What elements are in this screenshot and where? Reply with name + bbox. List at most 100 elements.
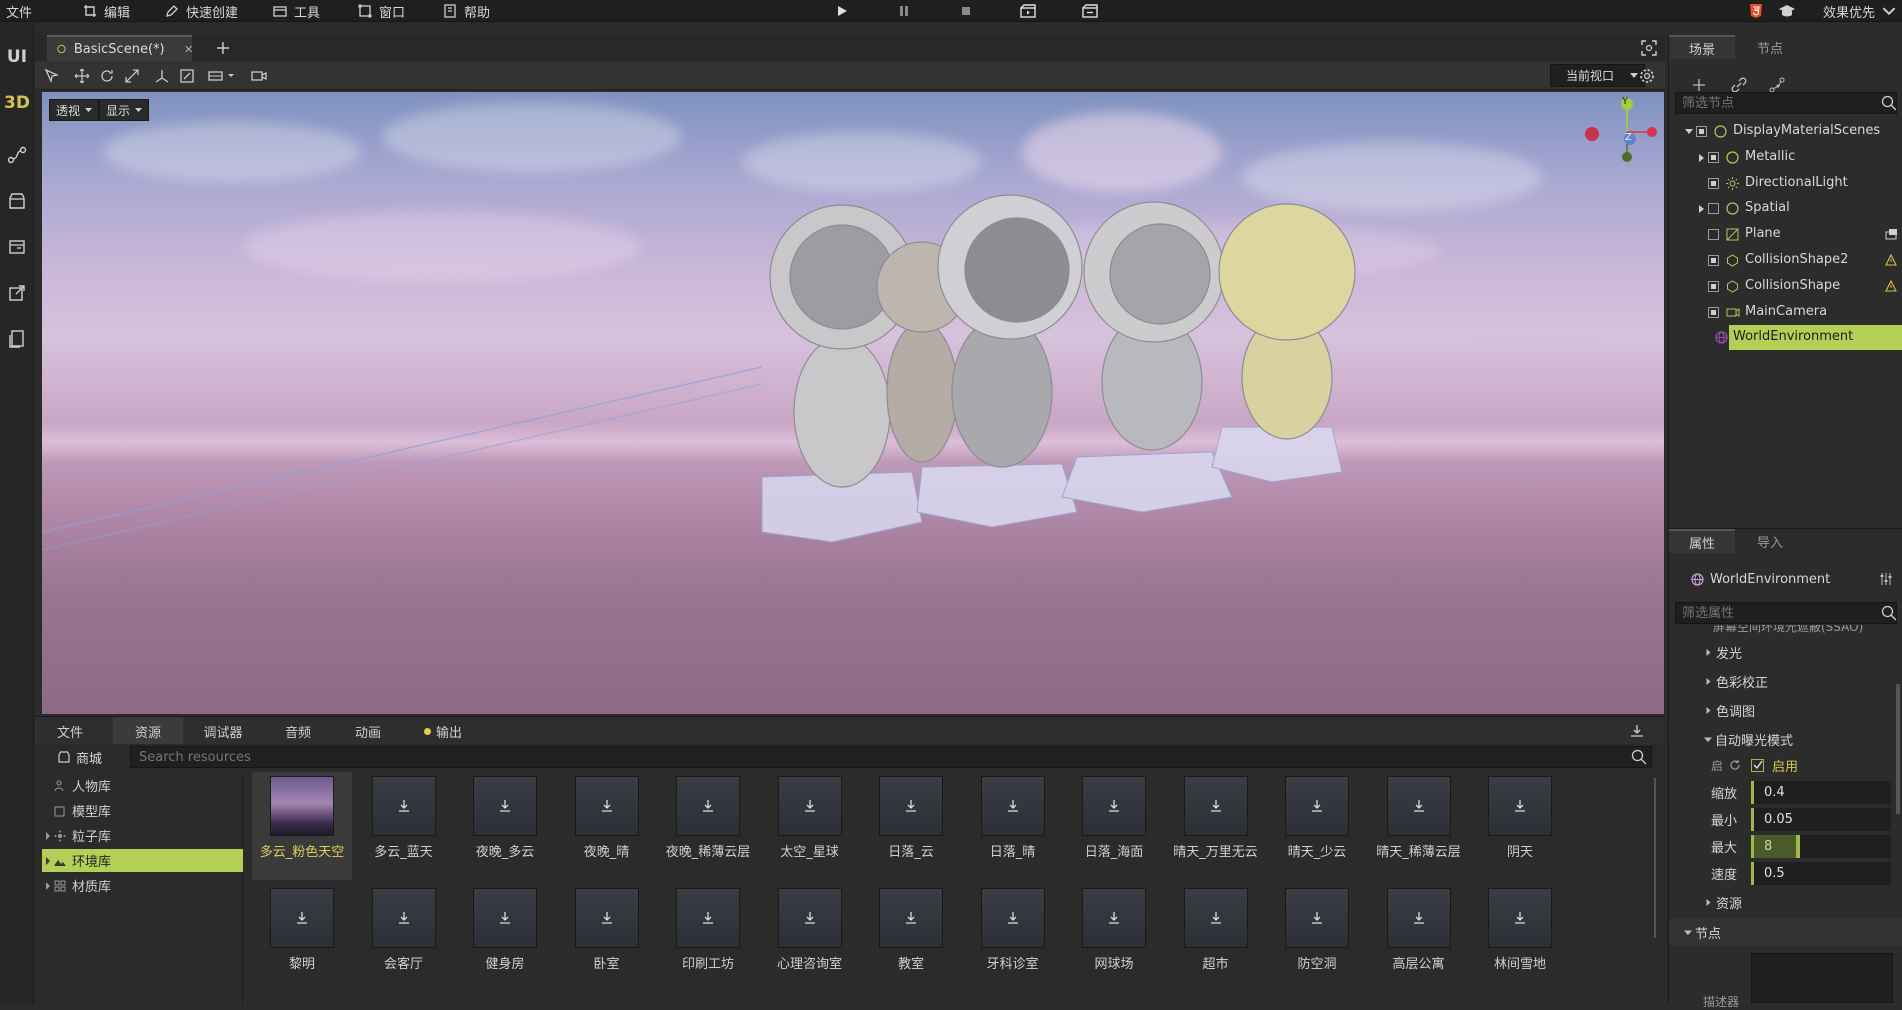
resource-item[interactable]: 教室 <box>861 884 961 992</box>
search-icon[interactable] <box>1631 749 1647 765</box>
resource-item[interactable]: 夜晚_晴 <box>557 772 657 880</box>
library-item-environment[interactable]: 环境库 <box>42 849 243 872</box>
script-mode-button[interactable] <box>0 137 34 173</box>
resource-item[interactable]: 网球场 <box>1064 884 1164 992</box>
visibility-checkbox[interactable] <box>1708 177 1719 189</box>
tab-animation[interactable]: 动画 <box>333 717 403 745</box>
resource-thumbnail[interactable] <box>676 776 740 836</box>
search-icon[interactable] <box>1881 605 1897 621</box>
resource-item[interactable]: 晴天_少云 <box>1267 772 1367 880</box>
scale-tool-button[interactable] <box>123 67 141 85</box>
resource-item[interactable]: 牙科诊室 <box>963 884 1063 992</box>
display-dropdown[interactable]: 显示 <box>99 99 150 121</box>
add-node-button[interactable] <box>1691 77 1707 93</box>
scene-tree-node[interactable]: WorldEnvironment <box>1715 325 1902 351</box>
resource-item[interactable]: 心理咨询室 <box>760 884 860 992</box>
resource-item[interactable]: 会客厅 <box>354 884 454 992</box>
menu-help[interactable]: 帮助 <box>443 0 490 22</box>
resource-item[interactable]: 健身房 <box>455 884 555 992</box>
play-button[interactable] <box>832 2 852 20</box>
scene-tree-node[interactable]: Plane <box>1669 222 1902 247</box>
resource-item[interactable]: 多云_蓝天 <box>354 772 454 880</box>
scene-tree-node[interactable]: Spatial <box>1669 196 1902 221</box>
resource-item[interactable]: 卧室 <box>557 884 657 992</box>
resource-thumbnail[interactable] <box>574 776 639 836</box>
resource-item[interactable]: 日落_海面 <box>1064 772 1164 880</box>
search-icon[interactable] <box>1881 95 1897 111</box>
pause-button[interactable] <box>894 2 914 20</box>
section-color-correction[interactable]: 色彩校正 <box>1669 668 1902 694</box>
visibility-checkbox[interactable] <box>1708 306 1719 318</box>
stop-button[interactable] <box>956 2 976 20</box>
resource-item[interactable]: 黎明 <box>252 884 352 992</box>
node-graph-button[interactable] <box>1769 77 1785 93</box>
visibility-checkbox[interactable] <box>1708 280 1719 292</box>
tab-files[interactable]: 文件 <box>35 717 105 745</box>
resource-thumbnail[interactable] <box>777 888 842 948</box>
close-icon[interactable] <box>184 44 192 54</box>
resource-thumbnail[interactable] <box>980 888 1045 948</box>
resource-thumbnail[interactable] <box>1285 776 1349 836</box>
grid-scrollbar[interactable] <box>1654 778 1656 938</box>
resource-thumbnail[interactable] <box>1488 888 1552 948</box>
min-field[interactable]: 0.05 <box>1751 807 1891 831</box>
tab-scene[interactable]: 场景 <box>1669 35 1735 59</box>
resource-thumbnail[interactable] <box>1488 776 1552 836</box>
rotate-tool-button[interactable] <box>98 67 116 85</box>
move-tool-button[interactable] <box>73 67 91 85</box>
visibility-checkbox[interactable] <box>1708 151 1719 163</box>
tab-resources[interactable]: 资源 <box>113 717 183 745</box>
export-mode-button[interactable] <box>0 275 34 311</box>
resource-item[interactable]: 高层公寓 <box>1369 884 1469 992</box>
filter-nodes-input[interactable] <box>1675 92 1897 114</box>
resource-thumbnail[interactable] <box>777 776 842 836</box>
section-resource[interactable]: 资源 <box>1669 889 1902 915</box>
scale-field[interactable]: 0.4 <box>1751 780 1891 804</box>
store-mode-button[interactable] <box>0 183 34 219</box>
resource-thumbnail[interactable] <box>371 776 436 836</box>
resource-thumbnail[interactable] <box>270 776 334 836</box>
expand-caret-icon[interactable] <box>1698 153 1705 162</box>
collapse-panel-button[interactable] <box>1629 723 1645 739</box>
library-item-particles[interactable]: 粒子库 <box>42 824 243 847</box>
resource-item[interactable]: 多云_粉色天空 <box>252 772 352 880</box>
resource-thumbnail[interactable] <box>1285 888 1349 948</box>
tab-basic-scene[interactable]: BasicScene(*) <box>47 35 192 61</box>
resource-thumbnail[interactable] <box>1386 776 1451 836</box>
expand-caret-icon[interactable] <box>44 856 52 865</box>
resource-thumbnail[interactable] <box>1183 888 1248 948</box>
html5-icon[interactable] <box>1748 3 1764 19</box>
warning-icon[interactable] <box>1885 279 1897 292</box>
resource-item[interactable]: 日落_云 <box>861 772 961 880</box>
resource-item[interactable]: 晴天_万里无云 <box>1166 772 1266 880</box>
scene-viewport[interactable]: Y Z 透视 显示 <box>42 92 1664 714</box>
descriptor-field[interactable] <box>1751 953 1893 1003</box>
expand-caret-icon[interactable] <box>1698 205 1705 214</box>
tab-properties[interactable]: 属性 <box>1669 529 1735 553</box>
play-scene-button[interactable] <box>1018 2 1038 20</box>
tab-nodes[interactable]: 节点 <box>1735 35 1805 59</box>
resource-item[interactable]: 太空_星球 <box>760 772 860 880</box>
library-item-characters[interactable]: 人物库 <box>42 774 243 797</box>
scene-tree-node[interactable]: DirectionalLight <box>1669 171 1902 196</box>
library-item-materials[interactable]: 材质库 <box>42 874 243 897</box>
expand-caret-icon[interactable] <box>44 831 52 840</box>
section-tonemap[interactable]: 色调图 <box>1669 697 1902 723</box>
resource-item[interactable]: 晴天_稀薄云层 <box>1369 772 1469 880</box>
enable-checkbox[interactable] <box>1751 758 1765 772</box>
resource-item[interactable]: 林间雪地 <box>1470 884 1570 992</box>
scene-tree-node[interactable]: CollisionShape <box>1669 274 1902 299</box>
perspective-dropdown[interactable]: 透视 <box>49 99 100 121</box>
speed-field[interactable]: 0.5 <box>1751 861 1891 885</box>
select-tool-button[interactable] <box>43 67 61 85</box>
visibility-checkbox[interactable] <box>1708 229 1719 241</box>
assets-mode-button[interactable] <box>0 229 34 265</box>
menu-quick-create[interactable]: 快速创建 <box>165 0 238 22</box>
section-auto-exposure[interactable]: 自动曝光模式 <box>1669 726 1902 752</box>
tab-output[interactable]: 输出 <box>403 717 483 745</box>
snap-dropdown[interactable] <box>205 67 239 85</box>
section-node[interactable]: 节点 <box>1669 919 1902 945</box>
resource-thumbnail[interactable] <box>879 776 943 836</box>
scene-tree-node[interactable]: Metallic <box>1669 145 1902 170</box>
resource-item[interactable]: 夜晚_稀薄云层 <box>658 772 758 880</box>
